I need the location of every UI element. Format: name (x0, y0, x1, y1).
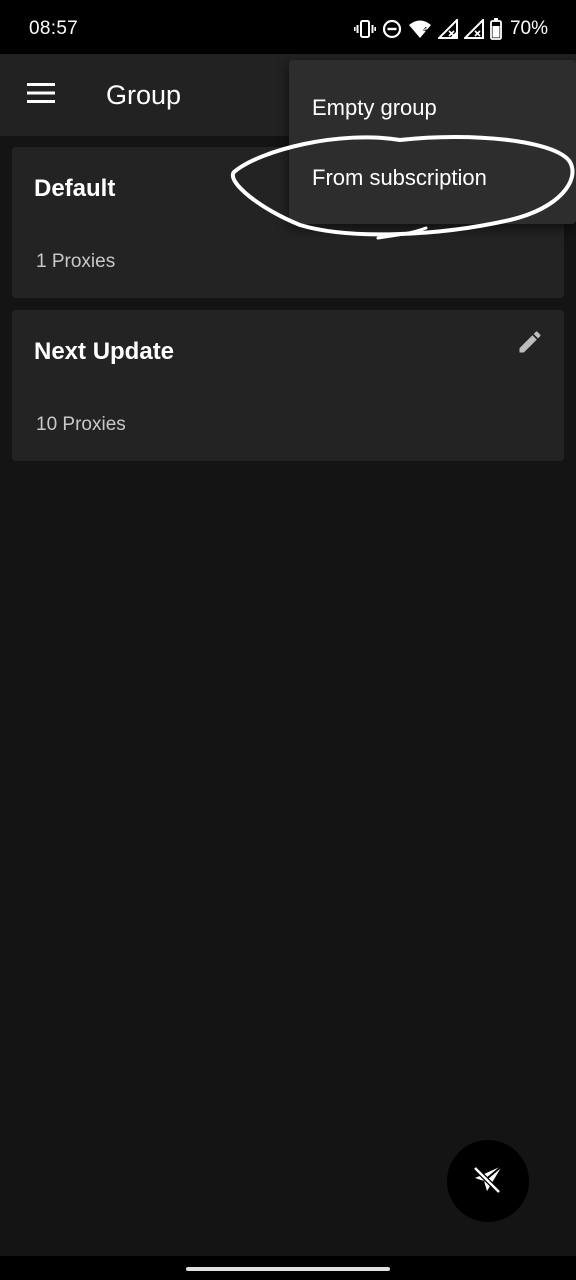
menu-item-label: From subscription (312, 165, 487, 190)
signal-icon (463, 19, 484, 39)
group-proxy-count: 1 Proxies (36, 251, 116, 272)
group-proxy-count: 10 Proxies (36, 414, 126, 435)
menu-button[interactable] (18, 72, 64, 118)
hamburger-menu-icon (27, 82, 55, 108)
do-not-disturb-icon (382, 19, 402, 39)
group-name: Next Update (34, 338, 175, 365)
pencil-icon (516, 328, 544, 361)
paper-plane-off-icon (470, 1161, 506, 1202)
group-card-next-update[interactable]: Next Update 10 Proxies (12, 310, 564, 461)
screen: 08:57 4 70% Group Default 1 Proxies Next… (0, 0, 576, 1280)
menu-item-label: Empty group (312, 95, 437, 120)
home-indicator[interactable] (186, 1267, 390, 1271)
navigation-bar (0, 1256, 576, 1280)
wifi-icon: 4 (408, 19, 432, 39)
menu-item-empty-group[interactable]: Empty group (289, 73, 576, 143)
menu-item-from-subscription[interactable]: From subscription (289, 143, 576, 213)
connect-fab[interactable] (447, 1140, 529, 1222)
battery-icon (490, 18, 502, 40)
vibrate-icon (353, 19, 376, 39)
group-name: Default (34, 175, 116, 202)
status-bar: 08:57 4 70% (0, 0, 576, 54)
signal-icon (437, 19, 458, 39)
page-title: Group (106, 80, 182, 110)
status-time: 08:57 (29, 18, 79, 39)
battery-percent: 70% (509, 18, 548, 39)
add-group-menu: Empty group From subscription (289, 60, 576, 224)
svg-text:4: 4 (423, 26, 428, 34)
edit-group-button[interactable] (510, 324, 550, 364)
status-icons: 4 70% (353, 17, 548, 41)
